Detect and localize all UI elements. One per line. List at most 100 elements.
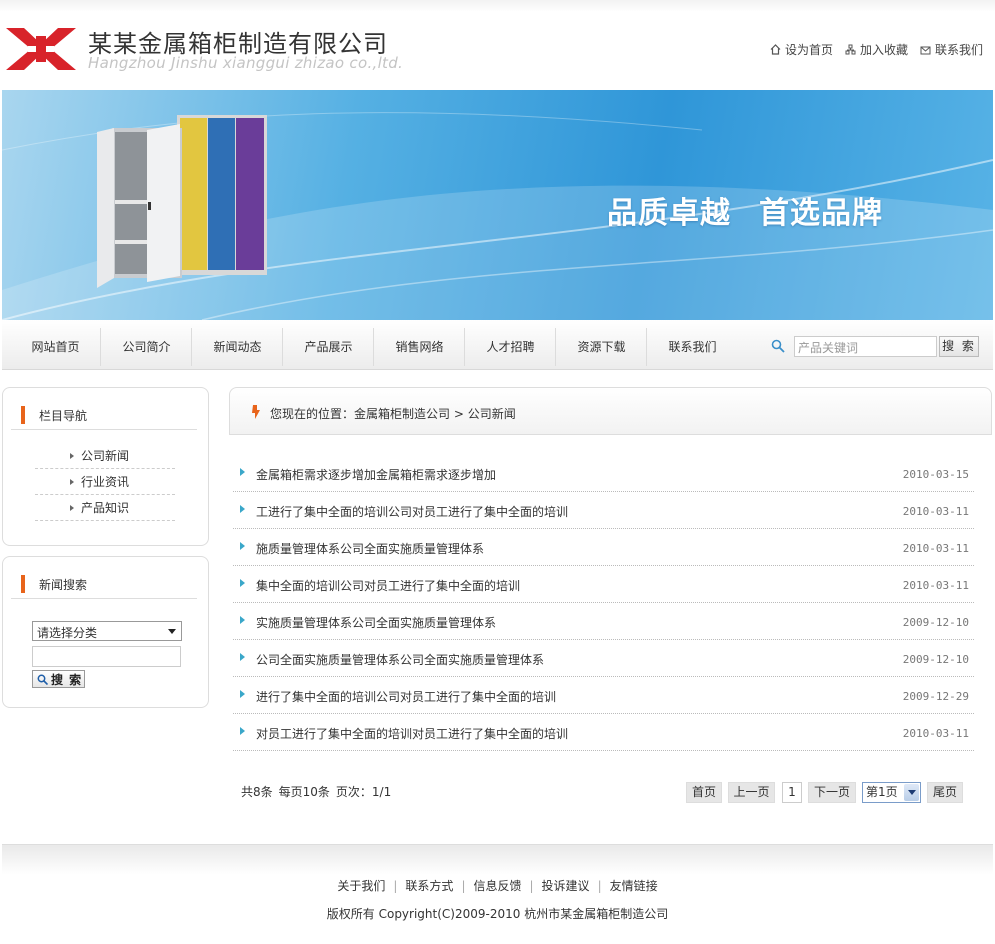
location-icon [252, 405, 260, 419]
news-search-title: 新闻搜索 [39, 578, 88, 592]
news-title: 工进行了集中全面的培训公司对员工进行了集中全面的培训 [256, 505, 569, 519]
mail-icon [920, 46, 931, 55]
news-title: 金属箱柜需求逐步增加金属箱柜需求逐步增加 [256, 468, 497, 482]
news-item[interactable]: 集中全面的培训公司对员工进行了集中全面的培训 2010-03-11 [233, 566, 974, 603]
arrow-icon [240, 468, 245, 476]
news-title: 公司全面实施质量管理体系公司全面实施质量管理体系 [256, 653, 545, 667]
news-search-box: 新闻搜索 请选择分类 搜 索 [2, 556, 209, 708]
arrow-icon [240, 727, 245, 735]
site-header: 某某金属箱柜制造有限公司 Hangzhou Jinshu xianggui zh… [0, 0, 995, 90]
banner-slogan: 品质卓越 首选品牌 [607, 188, 883, 232]
set-homepage-label: 设为首页 [784, 43, 833, 57]
footer-link-about[interactable]: 关于我们 [337, 879, 385, 893]
main-navigation: 网站首页 公司简介 新闻动态 产品展示 销售网络 人才招聘 资源下载 联系我们 … [2, 320, 993, 370]
breadcrumb-prefix: 您现在的位置： [270, 407, 355, 421]
category-label: 产品知识 [81, 501, 130, 515]
breadcrumb-home-link[interactable]: 金属箱柜制造公司 [354, 407, 450, 421]
add-favorite-link[interactable]: 加入收藏 [845, 41, 908, 58]
nav-about[interactable]: 公司简介 [101, 320, 192, 370]
arrow-icon [240, 616, 245, 624]
news-item[interactable]: 施质量管理体系公司全面实施质量管理体系 2010-03-11 [233, 529, 974, 566]
footer-link-feedback[interactable]: 信息反馈 [473, 879, 521, 893]
news-search-button-label: 搜 索 [51, 672, 83, 687]
product-search-button[interactable]: 搜 索 [939, 336, 979, 357]
company-logo[interactable] [6, 26, 76, 72]
news-item[interactable]: 金属箱柜需求逐步增加金属箱柜需求逐步增加 2010-03-15 [233, 455, 974, 492]
cabinet-illustration [97, 115, 267, 288]
product-search-input[interactable]: 产品关键词 [794, 336, 937, 357]
footer-separator: | [393, 879, 398, 893]
contact-us-link[interactable]: 联系我们 [920, 41, 983, 58]
footer-link-contact[interactable]: 联系方式 [405, 879, 453, 893]
next-page-button[interactable]: 下一页 [808, 782, 856, 803]
news-date: 2009-12-10 [902, 616, 969, 629]
company-name-en: Hangzhou Jinshu xianggui zhizao co.,ltd. [88, 54, 404, 72]
chevron-down-icon [904, 784, 919, 801]
footer-link-friends[interactable]: 友情链接 [610, 879, 658, 893]
contact-us-label: 联系我们 [934, 43, 983, 57]
news-keyword-input[interactable] [32, 646, 181, 667]
footer-links: 关于我们 | 联系方式 | 信息反馈 | 投诉建议 | 友情链接 [2, 877, 993, 894]
nav-news[interactable]: 新闻动态 [192, 320, 283, 370]
category-label: 行业资讯 [81, 475, 130, 489]
pager-info: 共8条 每页10条 页次：1/1 [241, 783, 391, 800]
category-industry-info[interactable]: 行业资讯 [35, 469, 175, 495]
news-date: 2010-03-11 [902, 579, 969, 592]
news-item[interactable]: 对员工进行了集中全面的培训对员工进行了集中全面的培训 2010-03-11 [233, 714, 974, 751]
category-product-knowledge[interactable]: 产品知识 [35, 495, 175, 521]
footer-separator: | [461, 879, 466, 893]
news-item[interactable]: 工进行了集中全面的培训公司对员工进行了集中全面的培训 2010-03-11 [233, 492, 974, 529]
category-select[interactable]: 请选择分类 [32, 621, 182, 641]
news-item[interactable]: 进行了集中全面的培训公司对员工进行了集中全面的培训 2009-12-29 [233, 677, 974, 714]
news-title: 进行了集中全面的培训公司对员工进行了集中全面的培训 [256, 690, 557, 704]
footer-link-complaints[interactable]: 投诉建议 [542, 879, 590, 893]
nav-downloads[interactable]: 资源下载 [556, 320, 647, 370]
news-item[interactable]: 公司全面实施质量管理体系公司全面实施质量管理体系 2009-12-10 [233, 640, 974, 677]
pager-pages: 页次：1/1 [335, 785, 392, 799]
prev-page-button[interactable]: 上一页 [728, 782, 775, 803]
nav-contact[interactable]: 联系我们 [647, 320, 738, 370]
news-title: 实施质量管理体系公司全面实施质量管理体系 [256, 616, 497, 630]
arrow-icon [240, 579, 245, 587]
category-label: 公司新闻 [81, 449, 130, 463]
category-company-news[interactable]: 公司新闻 [35, 443, 175, 469]
hero-banner: 品质卓越 首选品牌 [2, 90, 993, 320]
nav-products[interactable]: 产品展示 [283, 320, 374, 370]
page-select[interactable]: 第1页 [862, 782, 921, 803]
news-title: 集中全面的培训公司对员工进行了集中全面的培训 [256, 579, 521, 593]
add-favorite-label: 加入收藏 [859, 43, 908, 57]
nav-home[interactable]: 网站首页 [10, 320, 101, 370]
set-homepage-link[interactable]: 设为首页 [770, 41, 833, 58]
category-nav-title: 栏目导航 [39, 409, 88, 423]
news-search-button[interactable]: 搜 索 [32, 670, 85, 688]
slogan-brand: 首选品牌 [759, 196, 883, 231]
category-nav-header: 栏目导航 [11, 396, 197, 430]
news-date: 2010-03-11 [902, 727, 969, 740]
arrow-icon [240, 542, 245, 550]
pager-per-page: 每页10条 [278, 785, 330, 799]
first-page-button[interactable]: 首页 [686, 782, 722, 803]
arrow-icon [240, 505, 245, 513]
current-page-number[interactable]: 1 [782, 782, 802, 803]
news-date: 2009-12-10 [902, 653, 969, 666]
home-icon [770, 44, 781, 55]
nav-sales[interactable]: 销售网络 [374, 320, 465, 370]
news-search-header: 新闻搜索 [11, 565, 197, 599]
news-item[interactable]: 实施质量管理体系公司全面实施质量管理体系 2009-12-10 [233, 603, 974, 640]
last-page-button[interactable]: 尾页 [927, 782, 963, 803]
news-title: 施质量管理体系公司全面实施质量管理体系 [256, 542, 485, 556]
pager-total: 共8条 [241, 785, 273, 799]
copyright: 版权所有 Copyright(C)2009-2010 杭州市某金属箱柜制造公司 [326, 907, 669, 921]
top-links: 设为首页 加入收藏 联系我们 [770, 41, 983, 58]
breadcrumb-bar: 您现在的位置：金属箱柜制造公司 > 公司新闻 [229, 387, 992, 435]
nav-jobs[interactable]: 人才招聘 [465, 320, 556, 370]
site-footer: 关于我们 | 联系方式 | 信息反馈 | 投诉建议 | 友情链接 版权所有 Copyright(… [2, 844, 993, 944]
news-date: 2009-12-29 [902, 690, 969, 703]
category-nav-box: 栏目导航 公司新闻 行业资讯 产品知识 [2, 387, 209, 546]
page-select-value: 第1页 [866, 785, 898, 799]
slogan-quality: 品质卓越 [607, 196, 731, 231]
news-title: 对员工进行了集中全面的培训对员工进行了集中全面的培训 [256, 727, 569, 741]
category-list: 公司新闻 行业资讯 产品知识 [35, 443, 175, 521]
footer-separator: | [529, 879, 534, 893]
arrow-icon [240, 653, 245, 661]
